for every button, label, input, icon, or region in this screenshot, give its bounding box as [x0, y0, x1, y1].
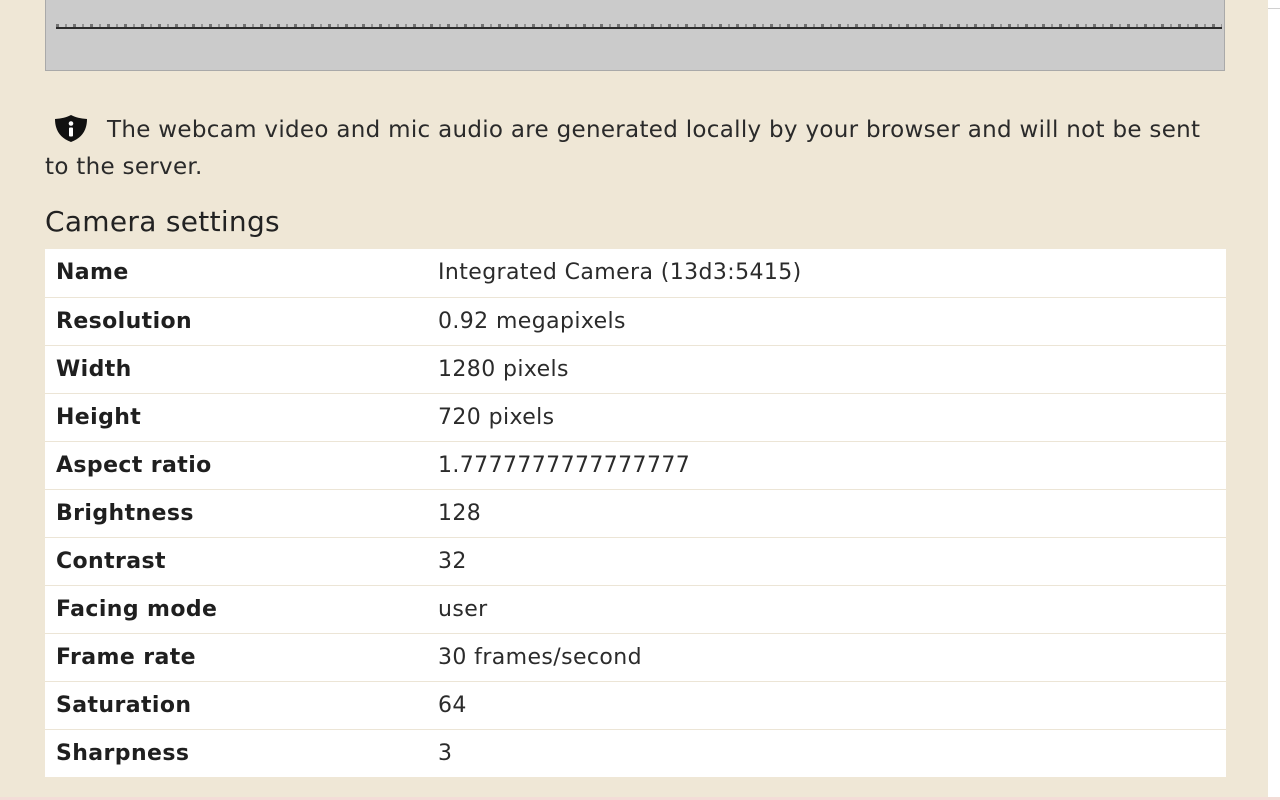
table-row: Resolution 0.92 megapixels: [45, 297, 1226, 345]
page: The webcam video and mic audio are gener…: [0, 0, 1280, 800]
setting-name: Width: [56, 356, 132, 382]
setting-name: Brightness: [56, 500, 194, 526]
privacy-notice: The webcam video and mic audio are gener…: [45, 112, 1225, 186]
page-scrollbar[interactable]: [1268, 0, 1280, 800]
setting-value: Integrated Camera (13d3:5415): [438, 260, 802, 286]
camera-settings-title: Camera settings: [45, 205, 280, 238]
shield-info-icon: [55, 115, 87, 142]
table-row: Brightness 128: [45, 489, 1226, 537]
setting-value: 1.7777777777777777: [438, 452, 691, 478]
table-row: Aspect ratio 1.7777777777777777: [45, 441, 1226, 489]
table-row: Saturation 64: [45, 681, 1226, 729]
camera-settings-table: Name Integrated Camera (13d3:5415) Resol…: [45, 249, 1226, 777]
setting-name: Sharpness: [56, 740, 190, 766]
table-row: Frame rate 30 frames/second: [45, 633, 1226, 681]
table-row: Width 1280 pixels: [45, 345, 1226, 393]
setting-value: 3: [438, 740, 453, 766]
setting-value: 128: [438, 500, 482, 526]
setting-name: Height: [56, 404, 142, 430]
setting-name: Resolution: [56, 308, 193, 334]
setting-name: Facing mode: [56, 596, 218, 622]
table-row: Contrast 32: [45, 537, 1226, 585]
webcam-preview: [45, 0, 1225, 71]
content-panel: The webcam video and mic audio are gener…: [0, 0, 1268, 797]
preview-scanline: [56, 27, 1222, 29]
table-row: Height 720 pixels: [45, 393, 1226, 441]
setting-name: Saturation: [56, 692, 192, 718]
scrollbar-edge: [1268, 8, 1280, 9]
setting-value: 30 frames/second: [438, 644, 642, 670]
table-row: Facing mode user: [45, 585, 1226, 633]
setting-value: user: [438, 596, 488, 622]
setting-name: Aspect ratio: [56, 452, 212, 478]
setting-name: Contrast: [56, 548, 166, 574]
setting-value: 720 pixels: [438, 404, 555, 430]
setting-name: Frame rate: [56, 644, 196, 670]
setting-value: 1280 pixels: [438, 356, 569, 382]
setting-value: 32: [438, 548, 467, 574]
setting-value: 64: [438, 692, 467, 718]
setting-value: 0.92 megapixels: [438, 308, 626, 334]
table-row: Sharpness 3: [45, 729, 1226, 777]
privacy-notice-text: The webcam video and mic audio are gener…: [45, 117, 1201, 180]
table-row: Name Integrated Camera (13d3:5415): [45, 249, 1226, 297]
setting-name: Name: [56, 260, 129, 286]
